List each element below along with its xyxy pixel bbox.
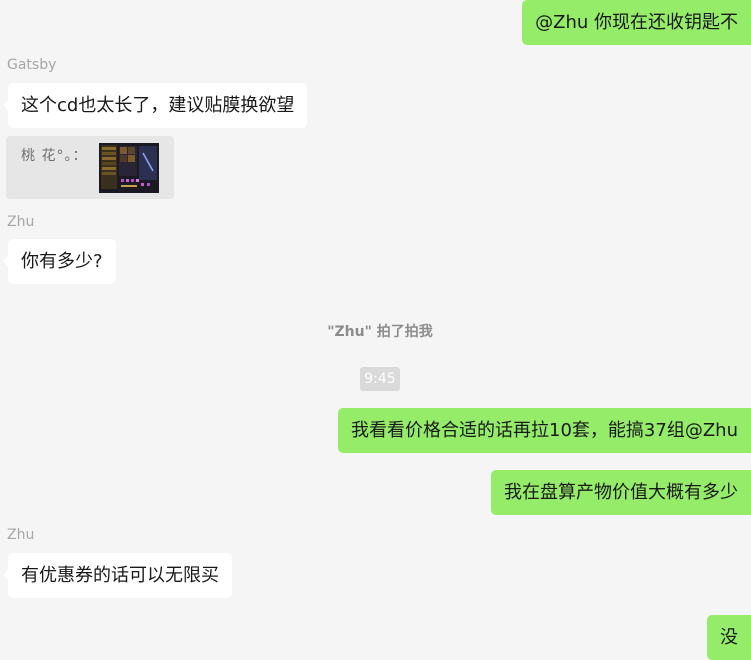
quote-author: 桃 花°。： bbox=[21, 148, 88, 164]
sender-name: Zhu bbox=[7, 214, 35, 230]
timestamp: 9:45 bbox=[360, 367, 400, 391]
message-bubble-outgoing[interactable]: 没 bbox=[707, 615, 751, 660]
game-screenshot-image bbox=[99, 143, 159, 193]
message-bubble-outgoing[interactable]: 我在盘算产物价值大概有多少 bbox=[491, 470, 751, 515]
message-bubble-incoming[interactable]: 这个cd也太长了，建议贴膜换欲望 bbox=[2, 83, 308, 128]
message-bubble-incoming[interactable]: 有优惠券的话可以无限买 bbox=[3, 553, 232, 598]
quoted-image-thumbnail[interactable] bbox=[99, 143, 159, 193]
message-bubble-outgoing[interactable]: 我看看价格合适的话再拉10套，能搞37组@Zhu bbox=[338, 408, 751, 453]
message-bubble-incoming[interactable]: 你有多少? bbox=[3, 239, 116, 284]
message-bubble-outgoing[interactable]: @Zhu 你现在还收钥匙不 bbox=[522, 0, 751, 45]
sender-name: Zhu bbox=[7, 527, 35, 543]
system-notice: "Zhu" 拍了拍我 bbox=[327, 324, 433, 340]
quoted-message[interactable]: 桃 花°。： bbox=[6, 136, 174, 199]
sender-name: Gatsby bbox=[7, 57, 57, 73]
